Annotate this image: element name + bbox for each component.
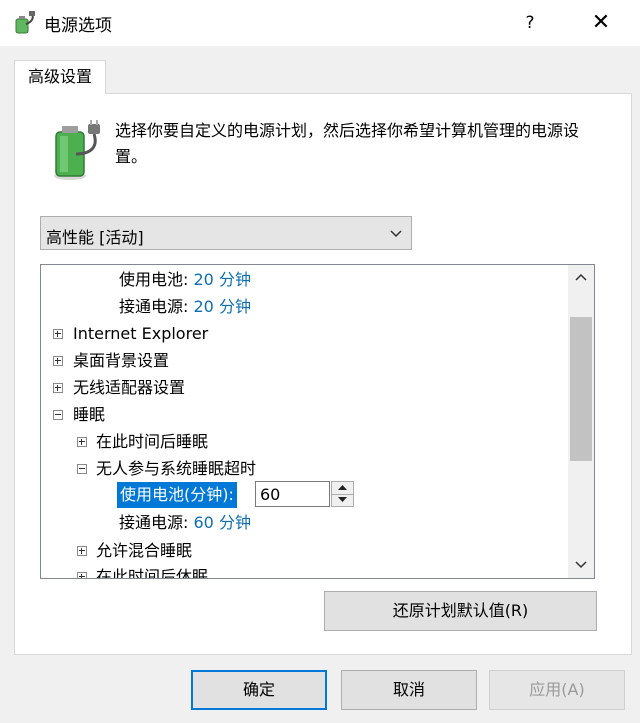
power-options-icon bbox=[15, 11, 35, 34]
tree-setting-plugged-in[interactable]: 接通电源: 60 分钟 bbox=[119, 510, 251, 536]
spin-down-icon[interactable] bbox=[332, 494, 353, 506]
minutes-spinner[interactable] bbox=[331, 481, 354, 507]
minutes-input[interactable] bbox=[255, 481, 330, 507]
tree-item-wireless-adapter[interactable]: 无线适配器设置 bbox=[73, 375, 185, 401]
expand-icon[interactable] bbox=[77, 546, 87, 556]
power-plan-dropdown[interactable]: 高性能 [活动] bbox=[40, 216, 412, 250]
close-button[interactable]: ✕ bbox=[578, 0, 624, 46]
ok-button[interactable]: 确定 bbox=[191, 670, 327, 710]
battery-plug-icon bbox=[54, 120, 100, 180]
chevron-down-icon bbox=[390, 230, 402, 238]
setting-label: 使用电池: bbox=[119, 270, 189, 289]
scrollbar[interactable] bbox=[568, 265, 594, 578]
collapse-icon[interactable] bbox=[77, 464, 87, 474]
settings-tree[interactable]: 使用电池: 20 分钟 接通电源: 20 分钟 Internet Explore… bbox=[40, 264, 595, 579]
tree-item-hibernate-after[interactable]: 在此时间后休眠 bbox=[96, 564, 208, 578]
expand-icon[interactable] bbox=[53, 356, 63, 366]
tree-item-desktop-background[interactable]: 桌面背景设置 bbox=[73, 348, 169, 374]
expand-icon[interactable] bbox=[77, 572, 87, 578]
setting-value[interactable]: 60 分钟 bbox=[194, 513, 251, 532]
setting-label: 接通电源: bbox=[119, 297, 189, 316]
window-title: 电源选项 bbox=[44, 16, 112, 36]
power-plan-value: 高性能 [活动] bbox=[46, 228, 144, 247]
tree-setting-plugged-in[interactable]: 接通电源: 20 分钟 bbox=[119, 294, 251, 320]
collapse-icon[interactable] bbox=[53, 410, 63, 420]
scrollbar-thumb[interactable] bbox=[570, 317, 592, 461]
expand-icon[interactable] bbox=[53, 383, 63, 393]
cancel-button[interactable]: 取消 bbox=[341, 670, 477, 710]
tab-advanced-settings[interactable]: 高级设置 bbox=[14, 60, 106, 94]
selected-setting-label[interactable]: 使用电池(分钟): bbox=[117, 482, 237, 508]
tree-item-sleep[interactable]: 睡眠 bbox=[73, 402, 105, 428]
scroll-up-icon[interactable] bbox=[568, 265, 594, 291]
expand-icon[interactable] bbox=[77, 437, 87, 447]
setting-value[interactable]: 20 分钟 bbox=[194, 297, 251, 316]
title-bar: 电源选项 ? ✕ bbox=[0, 0, 640, 46]
expand-icon[interactable] bbox=[53, 329, 63, 339]
tree-item-hybrid-sleep[interactable]: 允许混合睡眠 bbox=[96, 538, 192, 564]
setting-label: 接通电源: bbox=[119, 513, 189, 532]
help-button[interactable]: ? bbox=[508, 0, 552, 46]
tree-item-unattended-sleep-timeout[interactable]: 无人参与系统睡眠超时 bbox=[96, 456, 256, 482]
tree-item-internet-explorer[interactable]: Internet Explorer bbox=[73, 321, 208, 347]
tree-item-sleep-after[interactable]: 在此时间后睡眠 bbox=[96, 429, 208, 455]
tree-setting-battery[interactable]: 使用电池: 20 分钟 bbox=[119, 267, 251, 293]
description-text: 选择你要自定义的电源计划，然后选择你希望计算机管理的电源设置。 bbox=[115, 121, 580, 166]
setting-value[interactable]: 20 分钟 bbox=[194, 270, 251, 289]
apply-button[interactable]: 应用(A) bbox=[489, 670, 625, 710]
restore-defaults-button[interactable]: 还原计划默认值(R) bbox=[324, 591, 597, 631]
scroll-down-icon[interactable] bbox=[568, 552, 594, 578]
